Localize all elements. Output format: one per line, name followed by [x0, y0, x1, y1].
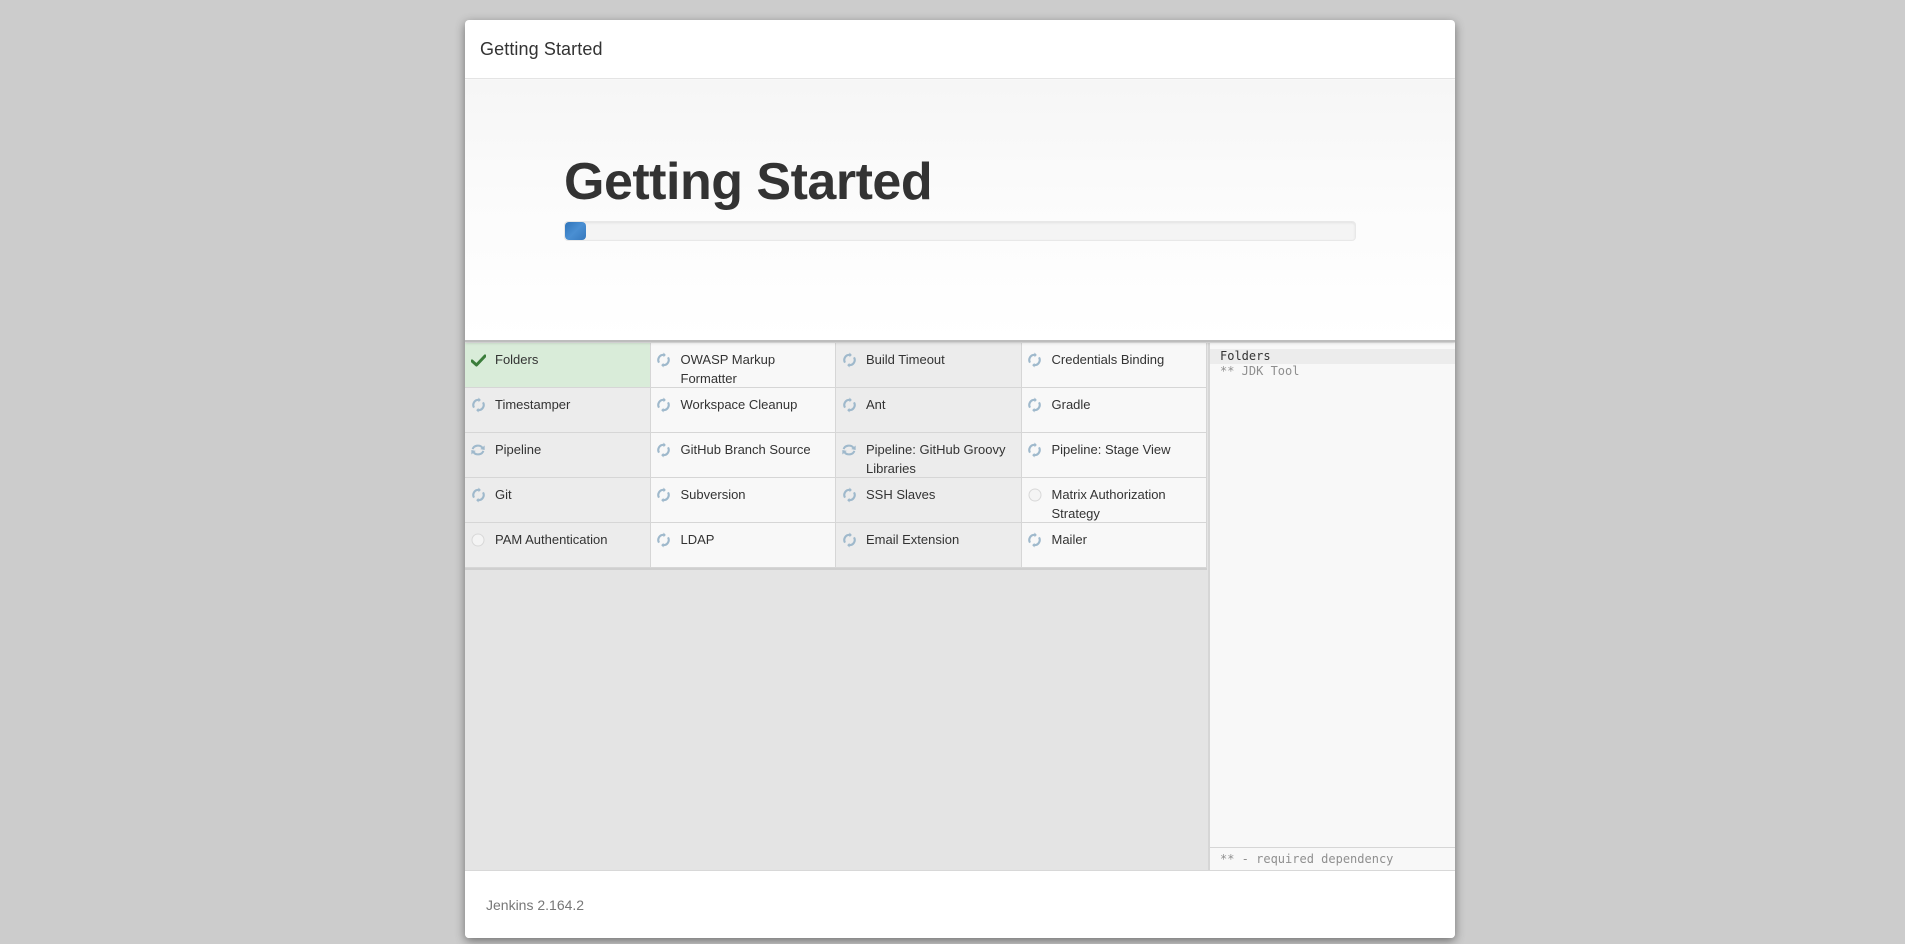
spinner-icon — [841, 352, 857, 368]
spinner-icon — [656, 352, 672, 368]
spinner-icon — [470, 487, 486, 503]
install-log-lines: Folders ** JDK Tool — [1210, 349, 1455, 379]
spinner-icon — [470, 397, 486, 413]
plugin-name: OWASP Markup Formatter — [680, 352, 776, 386]
plugin-name: Credentials Binding — [1051, 352, 1165, 367]
spinner-icon — [656, 397, 672, 413]
plugin-item: Folders — [465, 343, 651, 388]
plugin-item: Pipeline: GitHub Groovy Libraries — [836, 433, 1022, 478]
plugin-name: Gradle — [1051, 397, 1091, 412]
spinner-icon — [841, 487, 857, 503]
spinner-icon — [1027, 442, 1043, 458]
spinner-icon — [1027, 397, 1043, 413]
plugin-item: Gradle — [1021, 388, 1207, 433]
dialog-title: Getting Started — [480, 38, 603, 59]
refresh-icon — [841, 442, 857, 458]
circle-icon — [470, 532, 486, 548]
plugin-name: Pipeline — [495, 442, 542, 457]
plugin-item: Timestamper — [465, 388, 651, 433]
log-dependency: ** JDK Tool — [1220, 364, 1300, 378]
plugin-name: Ant — [866, 397, 886, 412]
plugin-name: Workspace Cleanup — [680, 397, 798, 412]
plugin-item: Ant — [836, 388, 1022, 433]
plugin-item: Pipeline: Stage View — [1021, 433, 1207, 478]
plugin-item: Credentials Binding — [1021, 343, 1207, 388]
plugin-name: Pipeline: Stage View — [1051, 442, 1171, 457]
spinner-icon — [841, 532, 857, 548]
plugin-name: Pipeline: GitHub Groovy Libraries — [866, 442, 1006, 476]
plugin-item: Mailer — [1021, 523, 1207, 568]
plugin-item: GitHub Branch Source — [650, 433, 836, 478]
plugin-name: Folders — [495, 352, 539, 367]
jenkins-version: Jenkins 2.164.2 — [486, 896, 585, 913]
refresh-icon — [470, 442, 486, 458]
plugin-item: Matrix Authorization Strategy — [1021, 478, 1207, 523]
hero-title: Getting Started — [564, 153, 933, 211]
plugin-item: Build Timeout — [836, 343, 1022, 388]
spinner-icon — [841, 397, 857, 413]
dialog-header: Getting Started — [465, 20, 1455, 79]
plugin-name: Matrix Authorization Strategy — [1051, 487, 1166, 521]
plugin-name: Timestamper — [495, 397, 571, 412]
log-footer-note: ** - required dependency — [1210, 847, 1455, 870]
plugin-item: Pipeline — [465, 433, 651, 478]
plugin-name: LDAP — [680, 532, 715, 547]
dialog-body: Getting Started Folders OWASP Markup Form… — [465, 80, 1455, 870]
hero-banner: Getting Started — [465, 80, 1455, 342]
spinner-icon — [1027, 532, 1043, 548]
checkmark-icon — [470, 352, 486, 368]
plugin-name: GitHub Branch Source — [680, 442, 811, 457]
log-current-plugin: Folders — [1210, 349, 1455, 364]
setup-wizard-dialog: Getting Started Getting Started Folders O… — [465, 20, 1455, 938]
plugin-grid: Folders OWASP Markup Formatter Build Timeo… — [465, 343, 1207, 570]
plugin-item: Email Extension — [836, 523, 1022, 568]
plugin-item: Subversion — [650, 478, 836, 523]
install-log-panel: Folders ** JDK Tool ** - required depende… — [1208, 343, 1455, 870]
install-progress-fill — [565, 222, 587, 240]
plugin-item: OWASP Markup Formatter — [650, 343, 836, 388]
circle-icon — [1027, 487, 1043, 503]
plugin-name: Build Timeout — [866, 352, 945, 367]
plugin-name: Git — [495, 487, 512, 502]
plugin-item: Git — [465, 478, 651, 523]
spinner-icon — [656, 532, 672, 548]
dialog-footer: Jenkins 2.164.2 — [465, 870, 1455, 938]
plugin-name: Subversion — [680, 487, 746, 502]
spinner-icon — [656, 442, 672, 458]
plugin-item: PAM Authentication — [465, 523, 651, 568]
plugin-name: Mailer — [1051, 532, 1087, 547]
plugin-item: SSH Slaves — [836, 478, 1022, 523]
spinner-icon — [1027, 352, 1043, 368]
plugin-name: PAM Authentication — [495, 532, 608, 547]
plugin-item: Workspace Cleanup — [650, 388, 836, 433]
plugin-name: Email Extension — [866, 532, 960, 547]
spinner-icon — [656, 487, 672, 503]
install-progress-bar — [564, 221, 1356, 241]
plugin-item: LDAP — [650, 523, 836, 568]
plugin-name: SSH Slaves — [866, 487, 936, 502]
